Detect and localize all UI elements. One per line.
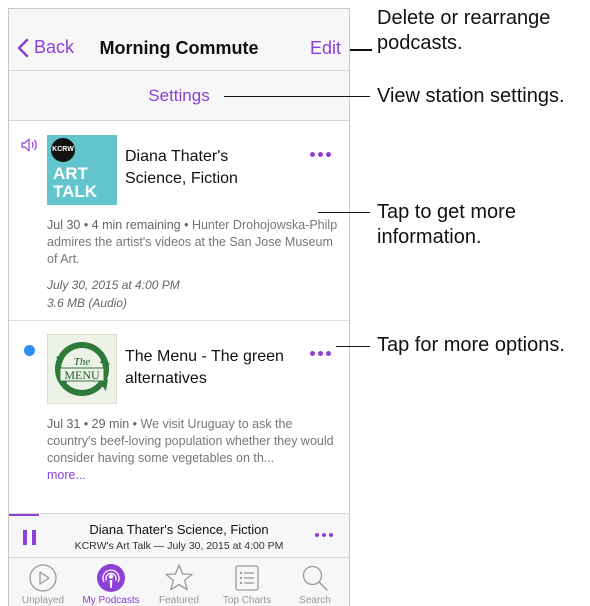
svg-text:MENU: MENU bbox=[64, 368, 100, 382]
episode-size: 3.6 MB (Audio) bbox=[47, 296, 128, 310]
episode-title: The Menu - The green alternatives bbox=[125, 348, 284, 387]
episode-meta: Jul 31 • 29 min • bbox=[47, 417, 138, 431]
episode-date: July 30, 2015 at 4:00 PM bbox=[47, 278, 180, 292]
speaker-playing-icon bbox=[21, 138, 37, 152]
episode-row[interactable]: The MENU The Menu - The green alternativ… bbox=[9, 321, 349, 513]
tab-label: Search bbox=[299, 595, 331, 606]
podcast-icon bbox=[97, 564, 125, 592]
options-callout-text: Tap for more options. bbox=[377, 334, 565, 356]
unplayed-dot-icon bbox=[24, 345, 35, 356]
more-options-button[interactable] bbox=[310, 152, 331, 157]
mini-player-more-button[interactable] bbox=[315, 533, 333, 537]
tab-featured[interactable]: Featured bbox=[145, 558, 213, 606]
tab-my-podcasts[interactable]: My Podcasts bbox=[77, 558, 145, 606]
edit-callout-text: Delete or rearrange podcasts. bbox=[377, 7, 551, 54]
more-options-button[interactable] bbox=[310, 351, 331, 356]
pause-button[interactable] bbox=[22, 530, 38, 545]
info-callout-text: Tap to get more information. bbox=[377, 201, 516, 248]
star-icon bbox=[165, 564, 193, 591]
tab-bar: Unplayed My Podcasts Featured Top Charts… bbox=[9, 557, 349, 606]
playback-progress bbox=[9, 514, 39, 516]
episode-artwork: The MENU bbox=[47, 334, 117, 404]
episode-artwork: KCRW ART TALK bbox=[47, 135, 117, 205]
search-icon bbox=[302, 565, 328, 591]
episode-row[interactable]: KCRW ART TALK Diana Thater's Science, Fic… bbox=[9, 122, 349, 321]
more-link[interactable]: more... bbox=[47, 468, 86, 482]
episode-title: Diana Thater's Science, Fiction bbox=[125, 148, 238, 187]
tab-label: Unplayed bbox=[21, 595, 65, 606]
navigation-bar: Back Morning Commute Edit bbox=[9, 9, 349, 71]
settings-callout-line bbox=[224, 96, 370, 97]
page-title: Morning Commute bbox=[99, 38, 259, 58]
options-callout-line bbox=[336, 346, 370, 347]
episode-description: Jul 30 • 4 min remaining • Hunter Drohoj… bbox=[47, 218, 338, 266]
info-callout-line bbox=[318, 212, 370, 213]
tab-label: My Podcasts bbox=[82, 595, 140, 606]
tab-top-charts[interactable]: Top Charts bbox=[213, 558, 281, 606]
tab-label: Featured bbox=[158, 595, 200, 606]
the-menu-artwork-icon: The MENU bbox=[55, 342, 110, 396]
episode-meta: Jul 30 • 4 min remaining • bbox=[47, 218, 189, 232]
artwork-badge: KCRW bbox=[51, 138, 75, 162]
settings-callout-text: View station settings. bbox=[377, 85, 565, 107]
now-playing-subtitle: KCRW's Art Talk — July 30, 2015 at 4:00 … bbox=[74, 540, 284, 552]
edit-button[interactable]: Edit bbox=[310, 38, 341, 59]
edit-callout-line bbox=[350, 49, 372, 51]
tab-unplayed[interactable]: Unplayed bbox=[9, 558, 77, 606]
tab-search[interactable]: Search bbox=[281, 558, 349, 606]
tab-label: Top Charts bbox=[222, 595, 272, 606]
artwork-text: ART TALK bbox=[53, 164, 98, 201]
play-circle-icon bbox=[29, 564, 57, 592]
svg-text:The: The bbox=[74, 356, 91, 368]
podcast-station-screen: Back Morning Commute Edit Settings KCRW … bbox=[8, 8, 350, 606]
now-playing-title: Diana Thater's Science, Fiction bbox=[89, 522, 269, 537]
mini-player[interactable]: Diana Thater's Science, Fiction KCRW's A… bbox=[9, 513, 349, 557]
list-icon bbox=[235, 565, 259, 591]
episode-description: Jul 31 • 29 min • We visit Uruguay to as… bbox=[47, 417, 334, 482]
episode-details: July 30, 2015 at 4:00 PM 3.6 MB (Audio) bbox=[47, 276, 180, 312]
